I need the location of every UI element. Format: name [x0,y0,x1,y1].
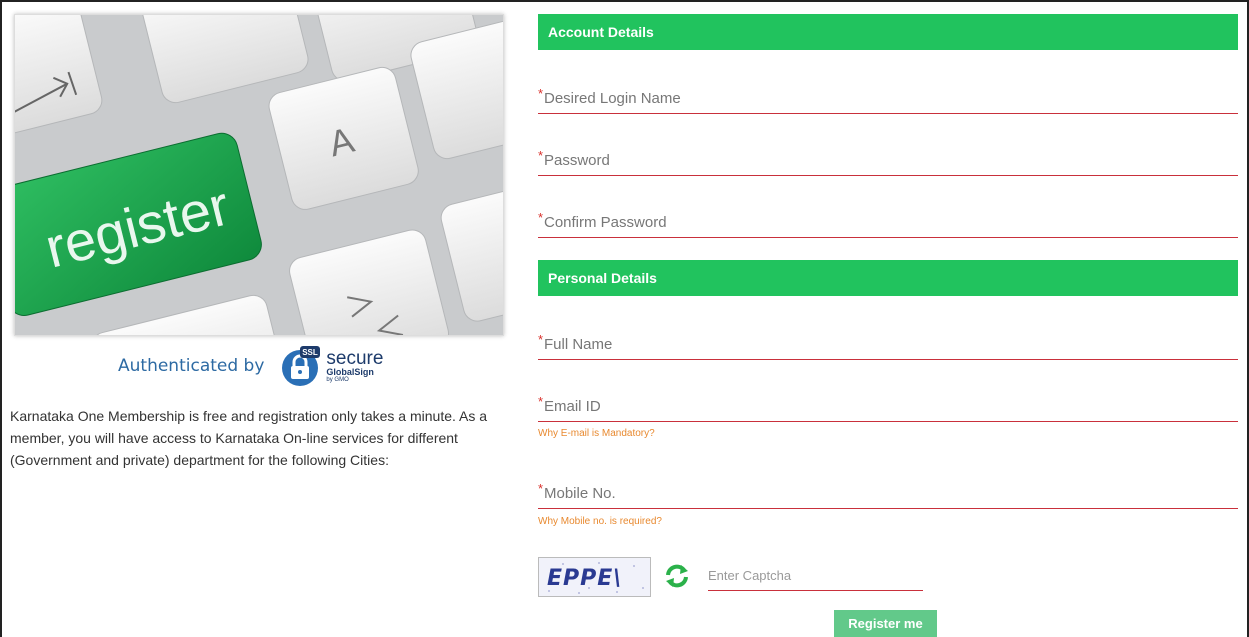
password-field: * [538,146,1238,176]
seal-secure-text: secure [326,348,384,369]
seal-globalsign-text: GlobalSign [326,367,374,377]
login-name-field: * [538,84,1238,114]
required-marker: * [538,332,544,347]
ssl-authentication: Authenticated by SSL secure GlobalSign b… [118,342,383,390]
register-keyboard-image: register A Z [14,14,504,336]
mobile-field: * [538,479,1238,509]
refresh-captcha-button[interactable] [664,563,690,589]
globalsign-seal[interactable]: SSL secure GlobalSign by GMO [278,344,383,388]
password-input[interactable] [538,146,1238,175]
captcha-image: EPPE\ [538,557,651,597]
required-marker: * [538,148,544,163]
required-marker: * [538,210,544,225]
register-button[interactable]: Register me [834,610,937,637]
confirm-password-input[interactable] [538,208,1238,237]
seal-gmo-text: by GMO [326,377,349,383]
email-field: * [538,392,1238,422]
email-input[interactable] [538,392,1238,421]
required-marker: * [538,86,544,101]
email-mandatory-link[interactable]: Why E-mail is Mandatory? [538,428,655,439]
captcha-input[interactable] [708,561,923,590]
mobile-input[interactable] [538,479,1238,508]
captcha-text: EPPE\ [547,566,622,591]
membership-description: Karnataka One Membership is free and reg… [10,408,488,468]
confirm-password-field: * [538,208,1238,238]
ssl-badge-text: SSL [303,348,319,357]
full-name-input[interactable] [538,330,1238,359]
lock-icon: SSL [282,346,321,386]
required-marker: * [538,481,544,496]
mobile-required-link[interactable]: Why Mobile no. is required? [538,516,662,527]
full-name-field: * [538,330,1238,360]
personal-details-header: Personal Details [538,260,1238,296]
captcha-field [708,561,923,591]
refresh-icon [666,564,688,588]
account-details-header: Account Details [538,14,1238,50]
authenticated-by-label: Authenticated by [118,356,265,376]
required-marker: * [538,394,544,409]
login-name-input[interactable] [538,84,1238,113]
